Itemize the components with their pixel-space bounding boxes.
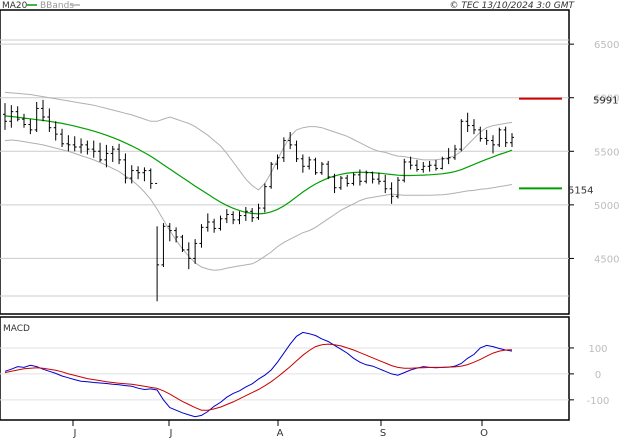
resistance-label: 5991 bbox=[593, 96, 618, 107]
legend-ma20: MA20 bbox=[2, 1, 28, 11]
macd-y-tick: -100 bbox=[587, 396, 610, 407]
stock-chart: 450050005500600065001000-100J J A S O MA20 B… bbox=[0, 1, 619, 439]
x-tick-label: J bbox=[169, 428, 173, 439]
x-tick-label: A bbox=[277, 428, 284, 439]
x-tick-label: S bbox=[380, 428, 386, 439]
macd-panel bbox=[0, 316, 570, 421]
price-y-tick: 4500 bbox=[594, 254, 619, 265]
x-tick-label: J bbox=[73, 428, 77, 439]
x-tick-label: O bbox=[480, 428, 488, 439]
support-label: 5154 bbox=[568, 185, 593, 196]
price-y-tick: 5000 bbox=[594, 201, 619, 212]
macd-y-tick: 100 bbox=[588, 344, 607, 355]
copyright-text: © TEC 13/10/2024 3:0 GMT bbox=[449, 1, 575, 11]
price-panel bbox=[0, 9, 570, 315]
macd-title: MACD bbox=[3, 324, 30, 334]
price-y-tick: 5500 bbox=[594, 147, 619, 158]
macd-y-tick: 0 bbox=[595, 370, 601, 381]
legend-bbands: BBands bbox=[40, 1, 74, 11]
price-y-tick: 6500 bbox=[594, 40, 619, 51]
